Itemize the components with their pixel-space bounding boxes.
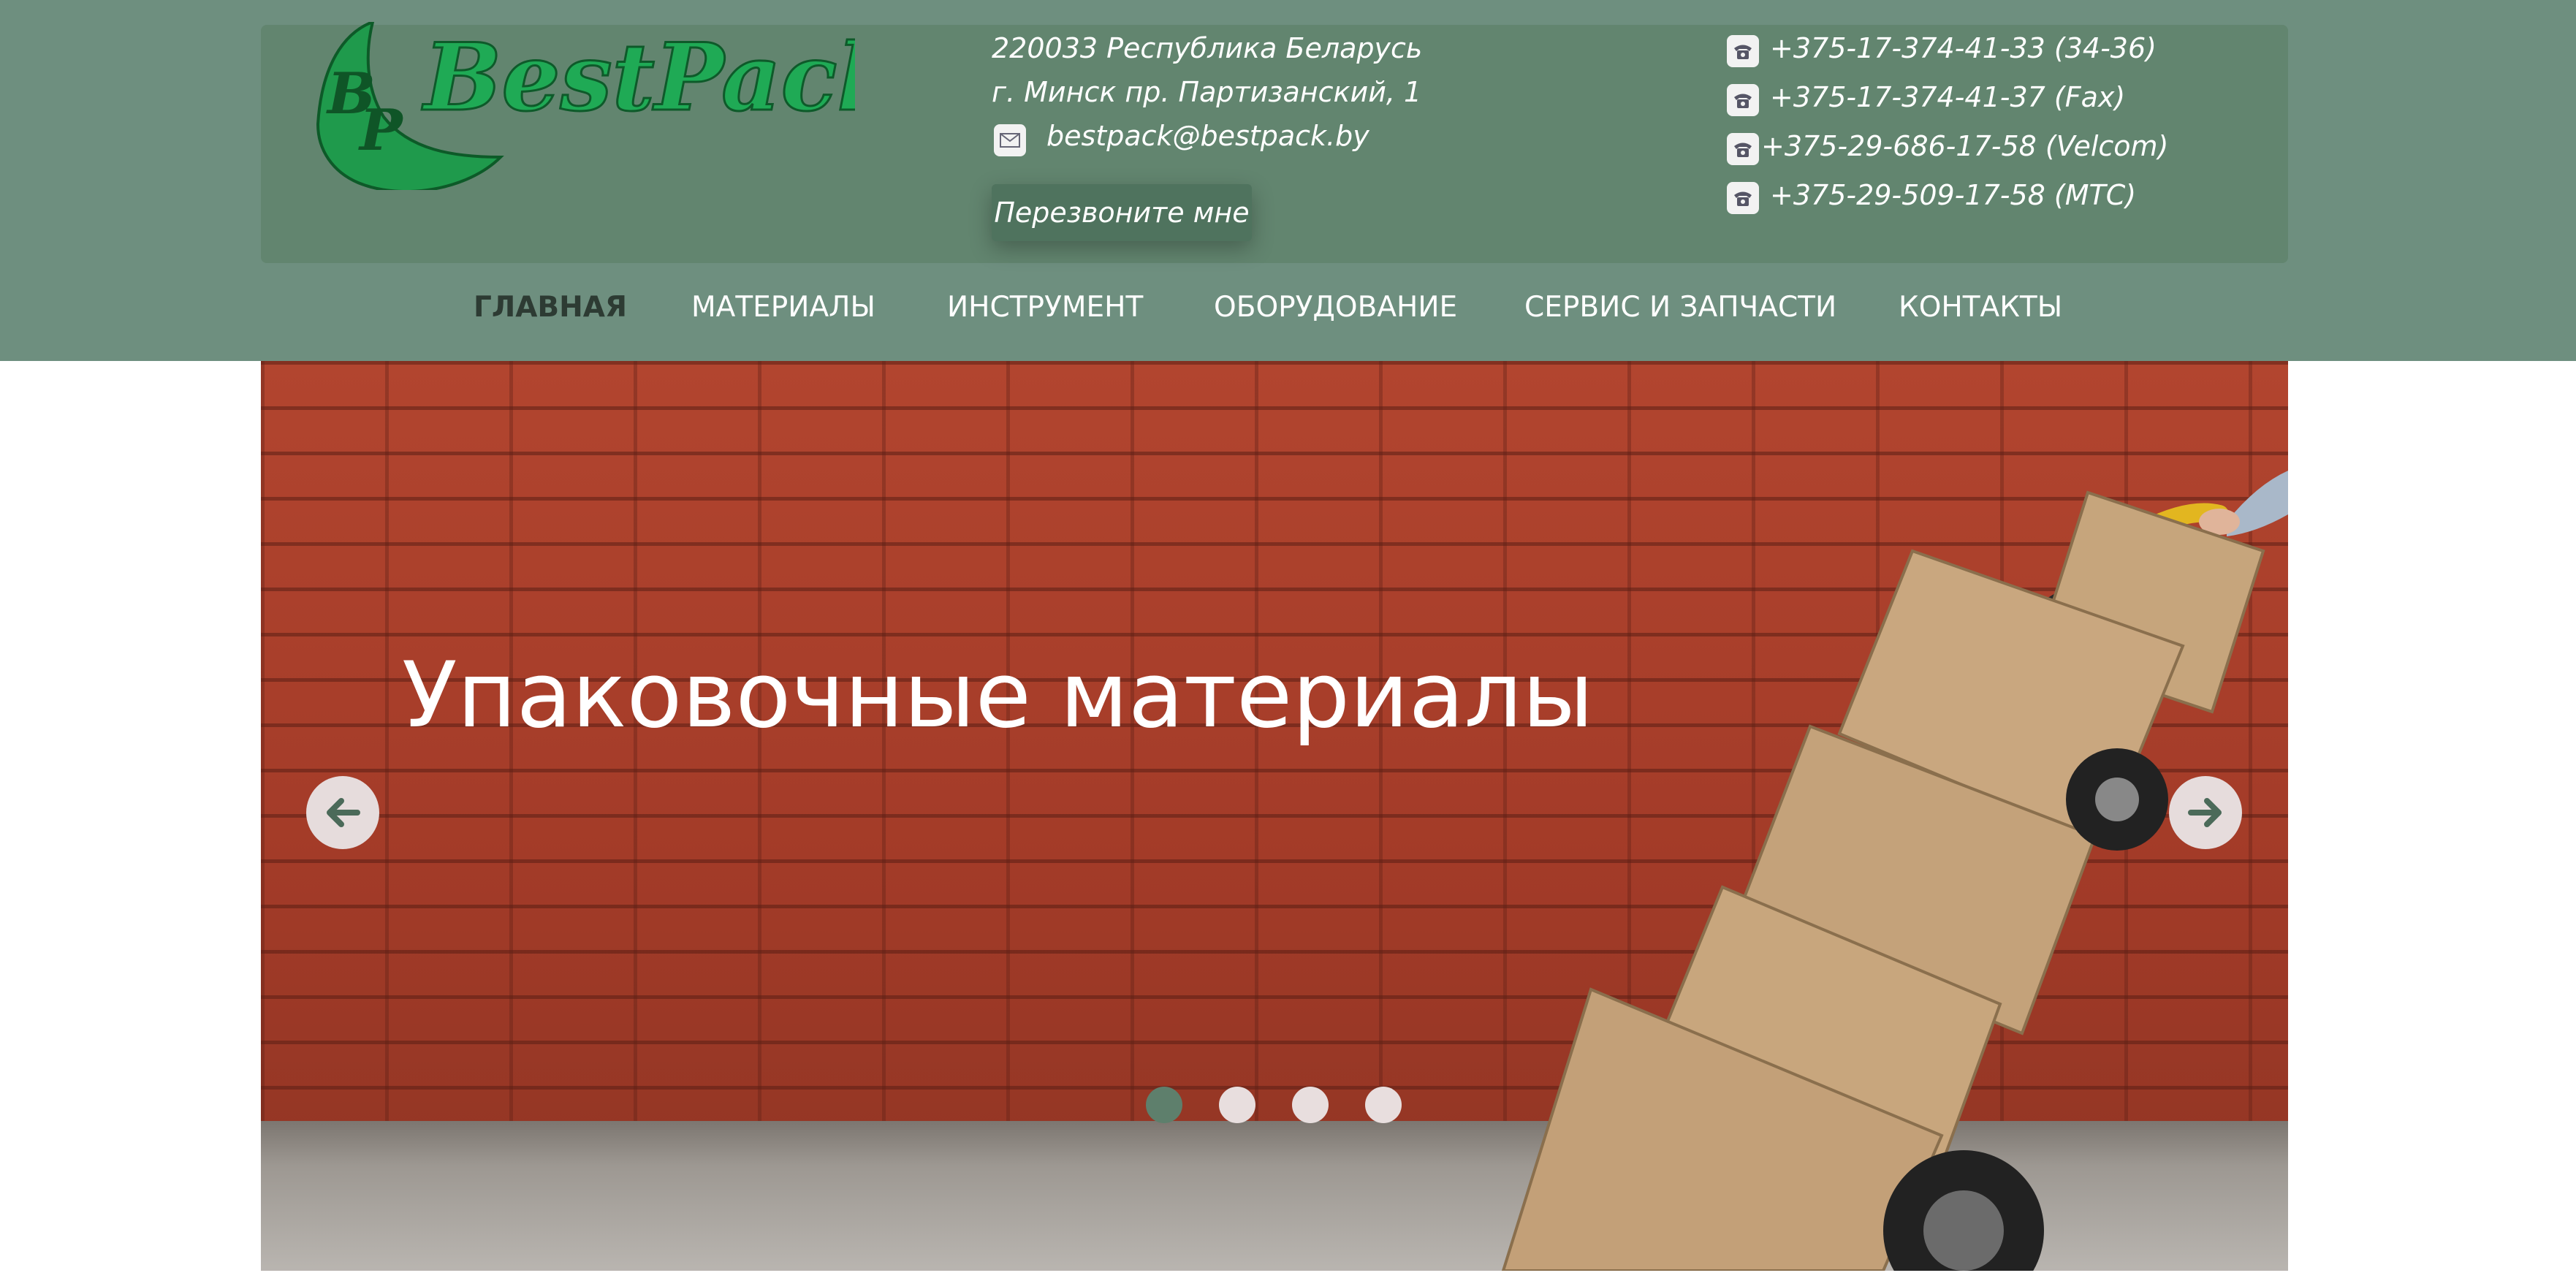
logo-wordmark: BestPack (422, 23, 855, 132)
logo[interactable]: B P BestPack (314, 22, 855, 190)
callback-button[interactable]: Перезвоните мне (992, 184, 1252, 241)
nav-item-home[interactable]: ГЛАВНАЯ (474, 291, 627, 324)
slider-dot-2[interactable] (1219, 1087, 1255, 1123)
phone-number-4[interactable]: +375-29-509-17-58 (МТС) (1770, 179, 2136, 211)
phone-number-2[interactable]: +375-17-374-41-37 (Fax) (1770, 81, 2125, 113)
slider-next-button[interactable] (2169, 776, 2242, 849)
email-link[interactable]: bestpack@bestpack.by (1046, 120, 1369, 152)
nav-item-contacts[interactable]: КОНТАКТЫ (1899, 291, 2062, 324)
telephone-icon (1727, 182, 1759, 214)
logo-monogram-p: P (358, 97, 404, 164)
envelope-icon (994, 124, 1026, 156)
nav-item-equipment[interactable]: ОБОРУДОВАНИЕ (1214, 291, 1457, 324)
arrow-left-icon (327, 798, 360, 827)
nav-item-materials[interactable]: МАТЕРИАЛЫ (691, 291, 875, 324)
telephone-icon (1727, 84, 1759, 116)
hand-truck-with-boxes-image (1501, 471, 2288, 1271)
nav-item-tools[interactable]: ИНСТРУМЕНТ (947, 291, 1143, 324)
slider-dot-1[interactable] (1146, 1087, 1182, 1123)
hero-slider: Упаковочные материалы (261, 361, 2288, 1271)
slider-prev-button[interactable] (306, 776, 379, 849)
address-line-2: г. Минск пр. Партизанский, 1 (992, 76, 1422, 108)
telephone-icon (1727, 35, 1759, 67)
telephone-icon (1727, 133, 1759, 165)
phone-number-1[interactable]: +375-17-374-41-33 (34-36) (1770, 32, 2157, 64)
slider-dot-4[interactable] (1365, 1087, 1402, 1123)
nav-item-service-parts[interactable]: СЕРВИС И ЗАПЧАСТИ (1524, 291, 1836, 324)
slide-title: Упаковочные материалы (402, 643, 1594, 748)
slider-dot-3[interactable] (1292, 1087, 1329, 1123)
arrow-right-icon (2188, 798, 2222, 827)
phone-number-3[interactable]: +375-29-686-17-58 (Velcom) (1761, 130, 2168, 162)
address-line-1: 220033 Республика Беларусь (992, 32, 1423, 64)
